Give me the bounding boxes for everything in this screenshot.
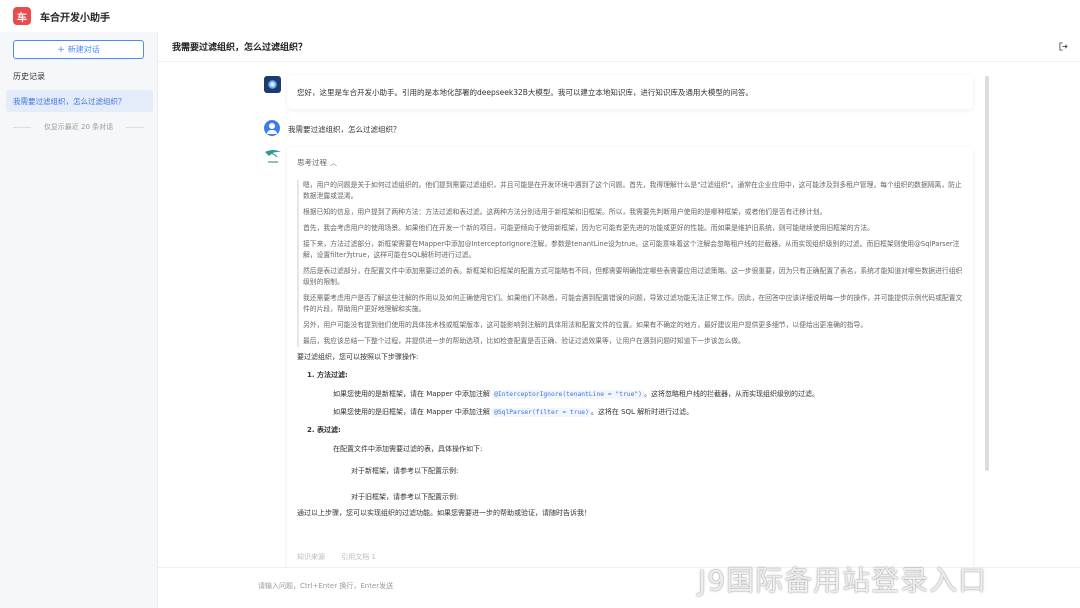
step-1-new-text-end: 。这将忽略租户线的拦截器，从而实现组织级别的过滤。 <box>643 390 819 398</box>
step-2-new-framework: 对于新框架，请参考以下配置示例: <box>351 467 459 475</box>
greeting-text: 您好，这里是车合开发小助手。引用的是本地化部署的deepseek32B大模型。我… <box>297 88 753 97</box>
knowledge-source-link[interactable]: 知识来源 <box>297 553 325 561</box>
plus-icon: + <box>57 44 65 55</box>
app-title: 车合开发小助手 <box>40 12 110 24</box>
answer-intro: 要过滤组织，您可以按照以下步骤操作: <box>297 353 419 361</box>
think-paragraph: 嗯，用户的问题是关于如何过滤组织的。他们提到需要过滤组织，并且可能是在开发环境中… <box>303 181 962 200</box>
step-2-old-framework: 对于旧框架，请参考以下配置示例: <box>351 493 459 501</box>
think-block: 嗯，用户的问题是关于如何过滤组织的。他们提到需要过滤组织，并且可能是在开发环境中… <box>297 180 963 347</box>
sidebar: + 新建对话 历史记录 我需要过滤组织，怎么过滤组织？ 仅显示最近 20 条对话 <box>0 32 158 608</box>
step-1-new-text: 如果您使用的是新框架，请在 Mapper 中添加注解 <box>333 390 490 398</box>
app-logo: 车 <box>13 7 31 25</box>
step-2-title: 2. 表过滤: <box>307 426 341 434</box>
think-paragraph: 首先，我会考虑用户的使用场景。如果他们在开发一个新的项目，可能更倾向于使用新框架… <box>303 224 874 232</box>
step-1-old-framework: 如果您使用的是旧框架，请在 Mapper 中添加注解 @SqlParser(fi… <box>333 407 963 417</box>
history-note: 仅显示最近 20 条对话 <box>13 122 144 132</box>
new-chat-label: 新建对话 <box>67 45 100 54</box>
think-paragraph: 另外，用户可能没有提到他们使用的具体技术栈或框架版本，这可能影响到注解的具体用法… <box>303 321 868 329</box>
step-1-old-text-end: 。这将在 SQL 解析时进行过滤。 <box>590 408 694 416</box>
think-paragraph: 根据已知的信息，用户提到了两种方法：方法过滤和表过滤。这两种方法分别适用于新框架… <box>303 208 827 216</box>
conversation-title-text: 我需要过滤组织，怎么过滤组织？ <box>172 43 308 53</box>
think-paragraph: 我还需要考虑用户是否了解这些注解的作用以及如何正确使用它们。如果他们不熟悉，可能… <box>303 294 963 313</box>
answer-message: 思考过程 ︿ 嗯，用户的问题是关于如何过滤组织的。他们提到需要过滤组织，并且可能是… <box>287 147 973 577</box>
think-paragraph: 然后是表过滤部分，在配置文件中添加需要过滤的表。新框架和旧框架的配置方式可能略有… <box>303 267 963 286</box>
think-paragraph: 最后，我应该总结一下整个过程，并提供进一步的帮助选项，比如检查配置是否正确、验证… <box>303 337 745 345</box>
answer-conclusion: 通过以上步骤，您可以实现组织的过滤功能。如果您需要进一步的帮助或验证，请随时告诉… <box>297 509 591 517</box>
step-2-desc: 在配置文件中添加需要过滤的表，具体操作如下: <box>333 445 483 453</box>
step-1-old-text: 如果您使用的是旧框架，请在 Mapper 中添加注解 <box>333 408 490 416</box>
user-message: 我需要过滤组织，怎么过滤组织？ <box>288 125 401 134</box>
think-label: 思考过程 <box>297 158 327 167</box>
watermark-text: J9国际备用站登录入口 <box>698 564 988 597</box>
new-chat-button[interactable]: + 新建对话 <box>13 40 144 59</box>
code-inline: @InterceptorIgnore(tenantLine = "true") <box>492 390 644 399</box>
chat-scrollbar[interactable] <box>985 76 989 471</box>
user-avatar <box>264 120 280 136</box>
assistant-logo-icon <box>265 150 281 163</box>
reference-doc-link[interactable]: 引用文档 1 <box>341 553 376 561</box>
think-toggle[interactable]: 思考过程 ︿ <box>297 157 963 168</box>
step-1-new-framework: 如果您使用的是新框架，请在 Mapper 中添加注解 @InterceptorI… <box>333 389 963 399</box>
assistant-avatar <box>264 76 281 93</box>
chevron-up-icon: ︿ <box>330 159 337 167</box>
top-bar: 车 车合开发小助手 <box>0 0 1080 32</box>
code-inline: @SqlParser(filter = true) <box>492 408 591 417</box>
answer-body: 要过滤组织，您可以按照以下步骤操作: 1. 方法过滤: 如果您使用的是新框架，请… <box>297 352 963 518</box>
message-actions: 知识来源 引用文档 1 <box>297 552 390 562</box>
history-title: 历史记录 <box>13 72 45 81</box>
conversation-title: 我需要过滤组织，怎么过滤组织？ <box>158 32 1080 62</box>
greeting-message: 您好，这里是车合开发小助手。引用的是本地化部署的deepseek32B大模型。我… <box>287 75 973 109</box>
exit-icon[interactable] <box>1059 42 1068 51</box>
step-1-title: 1. 方法过滤: <box>307 371 348 379</box>
think-paragraph: 接下来，方法过滤部分，新框架需要在Mapper中添加@InterceptorIg… <box>303 240 960 259</box>
history-item[interactable]: 我需要过滤组织，怎么过滤组织？ <box>6 90 153 112</box>
